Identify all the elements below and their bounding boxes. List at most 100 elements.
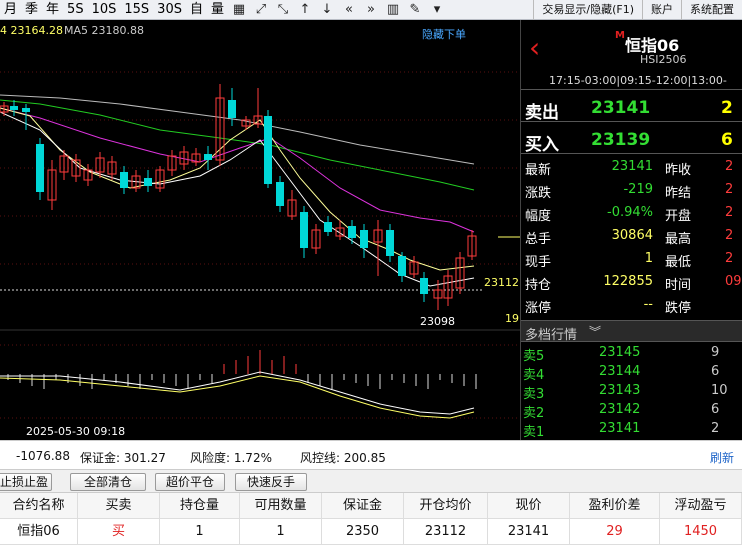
stat-label-2: 时间 <box>665 278 692 293</box>
buy-qty: 6 <box>721 130 733 150</box>
indicator-icon[interactable]: ▦ <box>228 0 250 20</box>
account-status-bar: -1076.88 保证金: 301.27 风险度: 1.72% 风控线: 200… <box>0 440 742 469</box>
chart-canvas <box>0 71 520 419</box>
table-cell[interactable]: 买 <box>78 519 160 545</box>
stat-value-2: 2 <box>725 228 734 243</box>
double-chevron-down-icon: ︾ <box>589 325 602 339</box>
stat-row: 涨停 -- 跌停 <box>521 294 742 317</box>
period-5s[interactable]: 5S <box>63 0 88 20</box>
stat-row: 涨跌 -219 昨结 2 <box>521 179 742 202</box>
stat-value-2: 2 <box>725 159 734 174</box>
table-header[interactable]: 可用数量 <box>240 493 322 519</box>
toggle-trading-button[interactable]: 交易显示/隐藏(F1) <box>533 0 642 20</box>
quick-action-bar: 止损止盈 全部清仓 超价平仓 快速反手 <box>0 469 742 493</box>
candle-body <box>360 230 368 248</box>
volume-button[interactable]: 量 <box>207 0 228 20</box>
table-header[interactable]: 持仓量 <box>160 493 240 519</box>
arrow-up-icon[interactable]: ↑ <box>294 0 316 20</box>
quote-header: ‹ M 恒指06 HSI2506 17:15-03:00|09:15-12:00… <box>521 20 742 90</box>
macd-diff-line <box>0 371 475 415</box>
account-button[interactable]: 账户 <box>642 0 681 20</box>
table-cell[interactable]: 23141 <box>488 519 570 545</box>
stat-label: 涨跌 <box>525 186 552 201</box>
stat-value-2: 2 <box>725 182 734 197</box>
depth-row[interactable]: 卖4 23144 6 <box>521 363 742 383</box>
depth-price: 23144 <box>599 364 641 379</box>
shrink-icon[interactable]: ⤡ <box>272 0 294 20</box>
stat-label: 最新 <box>525 163 552 178</box>
grid-icon[interactable]: ▥ <box>382 0 404 20</box>
hide-order-link[interactable]: 隐藏下单 <box>422 26 466 42</box>
stat-value-2: 09: <box>725 274 742 289</box>
depth-row[interactable]: 卖2 23142 6 <box>521 401 742 421</box>
fast-forward-icon[interactable]: » <box>360 0 382 20</box>
depth-row[interactable]: 卖3 23143 10 <box>521 382 742 402</box>
stat-label-2: 最低 <box>665 255 692 270</box>
trading-app: 月 季 年 5S 10S 15S 30S 自 量 ▦ ⤢ ⤡ ↑ ↓ « » ▥… <box>0 0 742 556</box>
stat-value: 1 <box>644 251 653 266</box>
table-cell[interactable]: 1450 <box>660 519 742 545</box>
candle-body <box>348 226 356 238</box>
buy-row[interactable]: 买入 23139 6 <box>521 124 742 155</box>
price-tag-label: 23112 <box>484 276 519 289</box>
table-header[interactable]: 盈利价差 <box>570 493 660 519</box>
table-header[interactable]: 买卖 <box>78 493 160 519</box>
stat-value: 30864 <box>611 228 653 243</box>
candle-body <box>144 178 152 186</box>
table-cell[interactable]: 恒指06 <box>0 519 78 545</box>
period-15s[interactable]: 15S <box>120 0 153 20</box>
system-config-button[interactable]: 系统配置 <box>681 0 742 20</box>
date-label: 2025-05-30 09:18 <box>26 425 126 438</box>
table-header[interactable]: 现价 <box>488 493 570 519</box>
back-chevron-icon[interactable]: ‹ <box>529 34 540 62</box>
draw-pen-icon[interactable]: ✎ <box>404 0 426 20</box>
close-all-button[interactable]: 全部清仓 <box>70 473 146 491</box>
table-header[interactable]: 合约名称 <box>0 493 78 519</box>
depth-price: 23142 <box>599 402 641 417</box>
stat-label-2: 昨收 <box>665 163 692 178</box>
arrow-down-icon[interactable]: ↓ <box>316 0 338 20</box>
fast-back-icon[interactable]: « <box>338 0 360 20</box>
sell-label: 卖出 <box>525 103 559 123</box>
table-header[interactable]: 保证金 <box>322 493 404 519</box>
kline-chart[interactable]: 4 23164.28 MA5 23180.88 隐藏下单 23112 23098… <box>0 20 520 440</box>
table-cell[interactable]: 23112 <box>404 519 488 545</box>
table-header[interactable]: 浮动盈亏 <box>660 493 742 519</box>
period-10s[interactable]: 10S <box>88 0 121 20</box>
table-cell[interactable]: 2350 <box>322 519 404 545</box>
depth-header[interactable]: 多档行情 ︾ <box>521 320 742 343</box>
period-year[interactable]: 年 <box>42 0 63 20</box>
right-cut-label: 19 <box>505 312 519 325</box>
main-contract-icon: M <box>615 30 625 41</box>
ma-value-label: 4 23164.28 <box>0 24 63 37</box>
stat-value: 122855 <box>603 274 653 289</box>
candle-body <box>264 116 272 184</box>
risk-line-value: 风控线: 200.85 <box>300 451 386 465</box>
ma5-line <box>0 107 475 271</box>
depth-price: 23145 <box>599 345 641 360</box>
depth-qty: 10 <box>711 383 728 398</box>
session-times: 17:15-03:00|09:15-12:00|13:00- <box>549 74 727 87</box>
sell-row[interactable]: 卖出 23141 2 <box>521 92 742 123</box>
stat-row: 幅度 -0.94% 开盘 2 <box>521 202 742 225</box>
period-month[interactable]: 月 <box>0 0 21 20</box>
stat-label-2: 开盘 <box>665 209 692 224</box>
stat-value: -219 <box>623 182 653 197</box>
custom-period-button[interactable]: 自 <box>186 0 207 20</box>
depth-row[interactable]: 卖1 23141 2 <box>521 420 742 440</box>
period-30s[interactable]: 30S <box>153 0 186 20</box>
period-quarter[interactable]: 季 <box>21 0 42 20</box>
stat-label-2: 跌停 <box>665 301 692 316</box>
table-cell[interactable]: 29 <box>570 519 660 545</box>
depth-price: 23143 <box>599 383 641 398</box>
table-cell[interactable]: 1 <box>160 519 240 545</box>
stop-loss-button[interactable]: 止损止盈 <box>0 473 52 491</box>
depth-row[interactable]: 卖5 23145 9 <box>521 344 742 364</box>
dropdown-arrow-icon[interactable]: ▾ <box>426 0 448 20</box>
table-header[interactable]: 开仓均价 <box>404 493 488 519</box>
refresh-button[interactable]: 刷新 <box>710 449 734 466</box>
table-cell[interactable]: 1 <box>240 519 322 545</box>
quick-reverse-button[interactable]: 快速反手 <box>235 473 307 491</box>
expand-icon[interactable]: ⤢ <box>250 0 272 20</box>
super-close-button[interactable]: 超价平仓 <box>155 473 225 491</box>
